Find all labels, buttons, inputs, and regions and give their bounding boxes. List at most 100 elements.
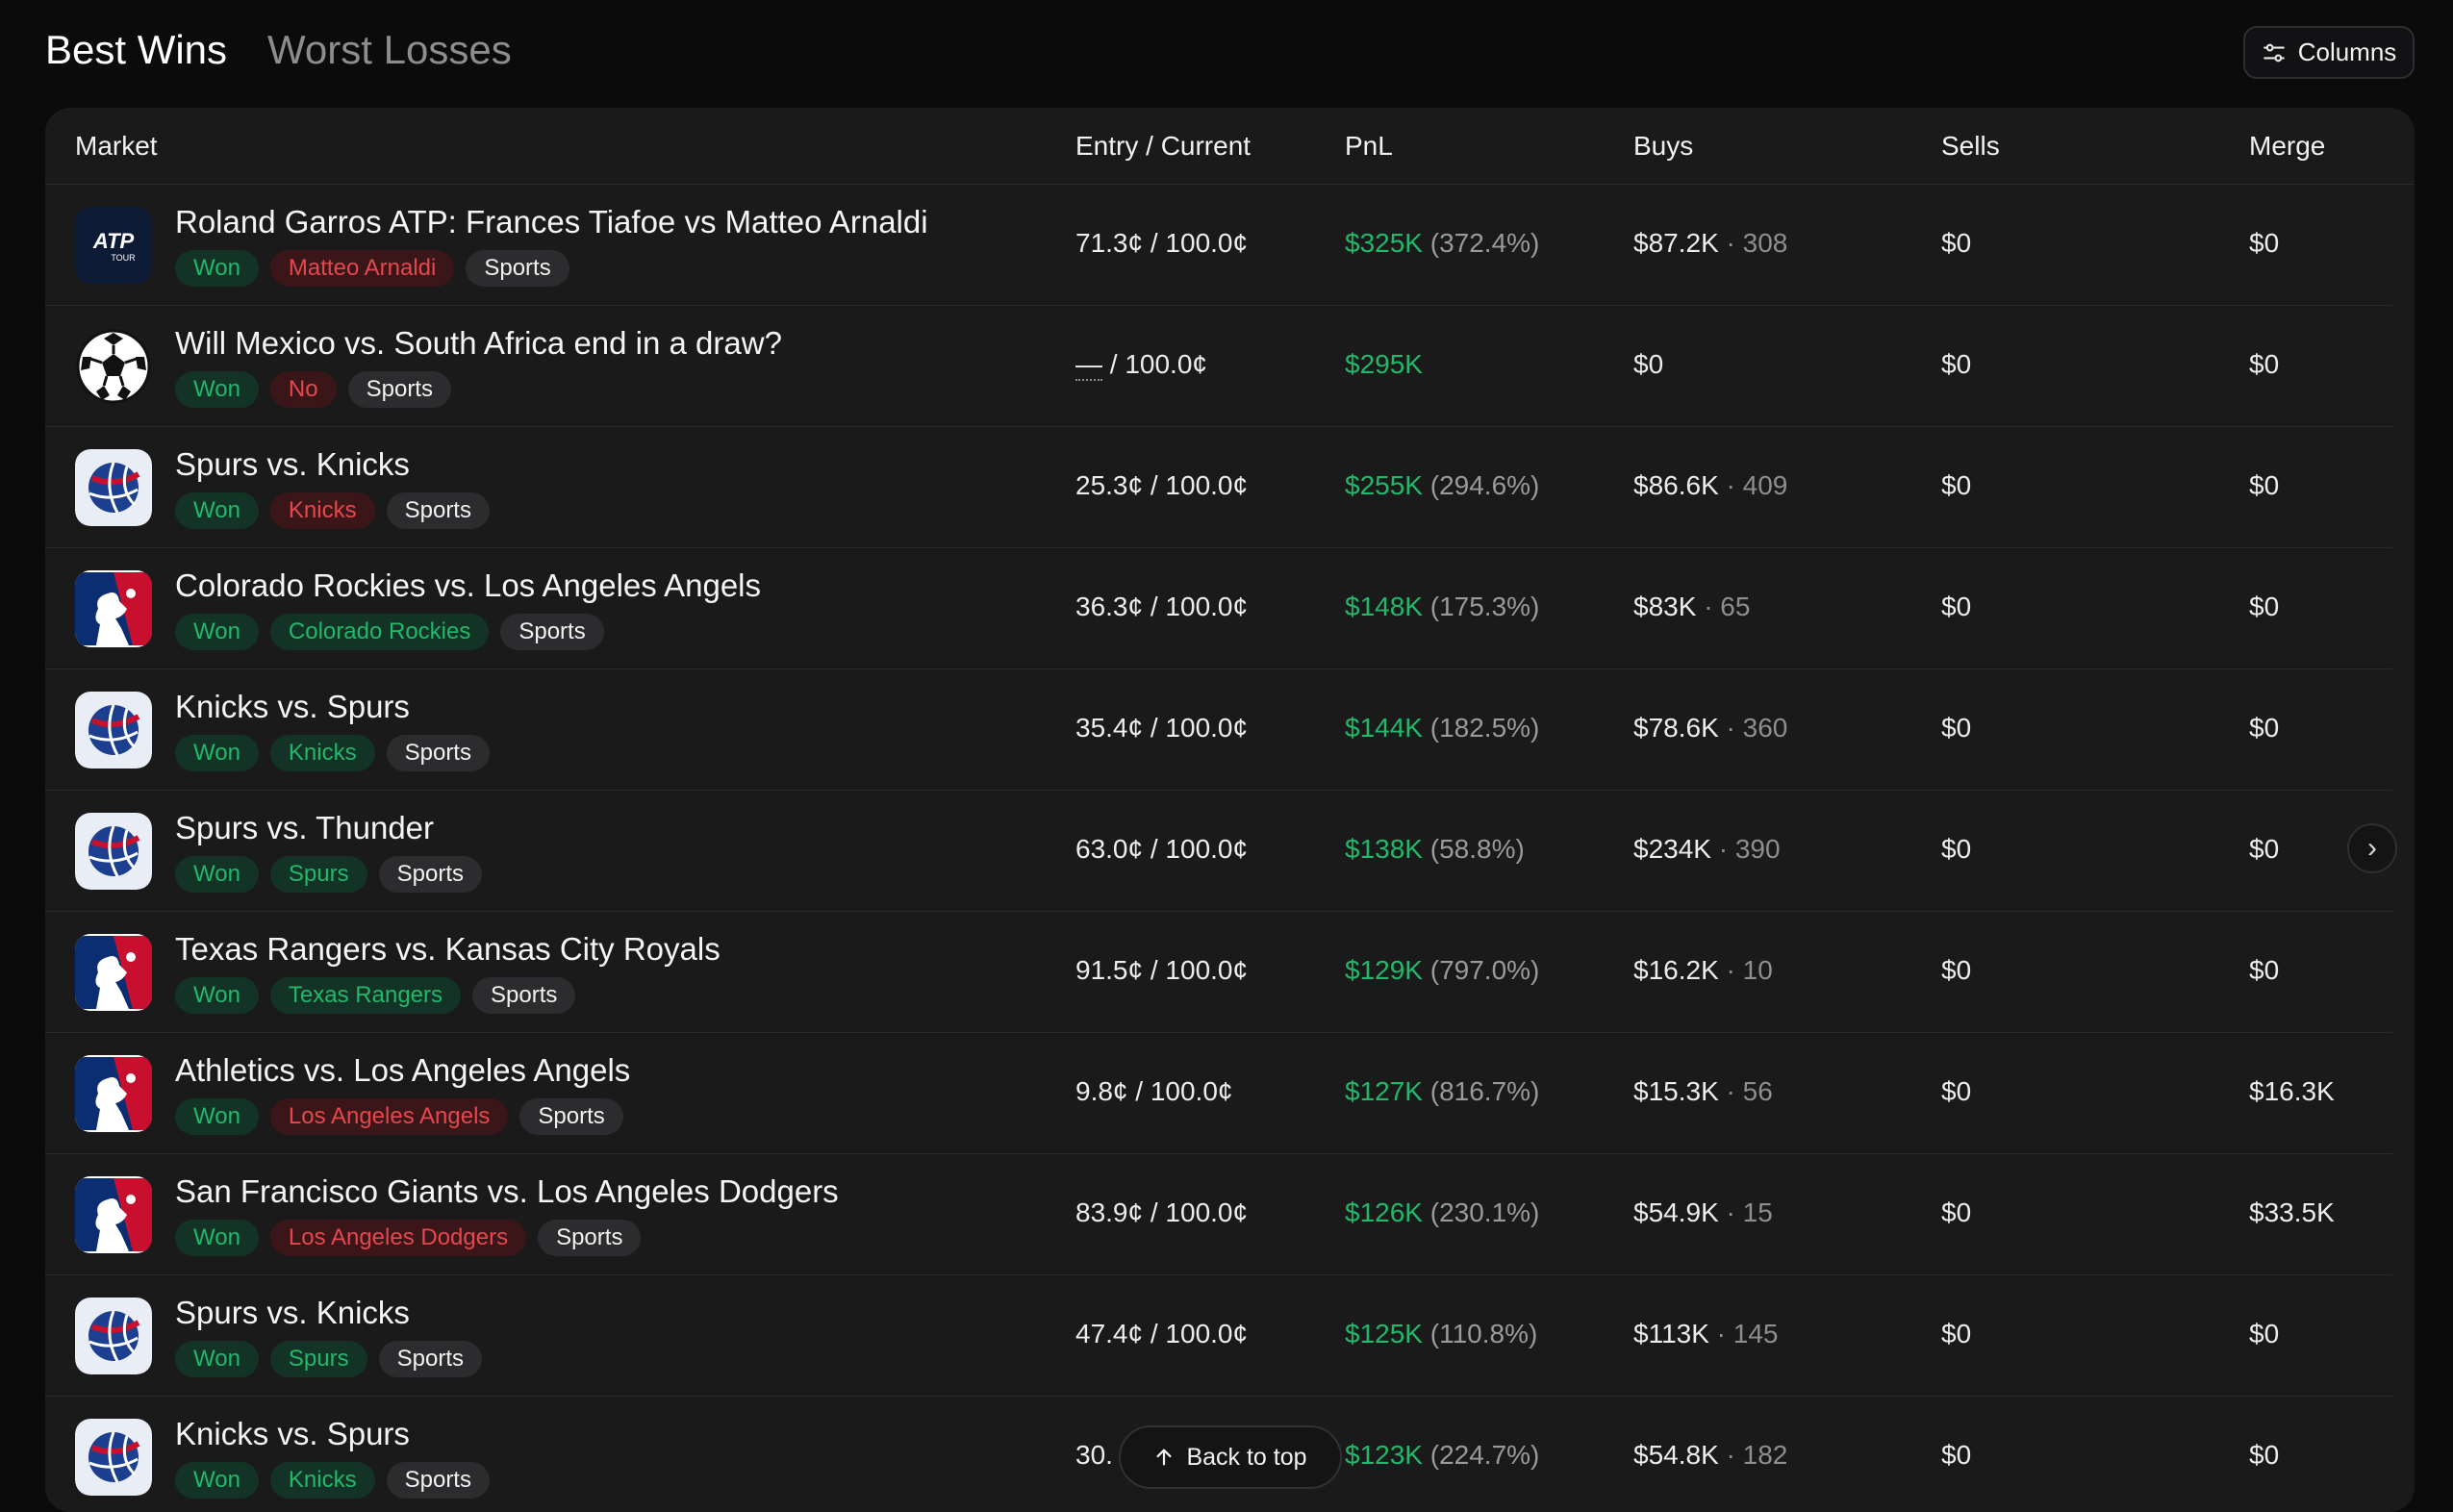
category-badge[interactable]: Sports <box>378 856 482 893</box>
nba-ball-logo-icon <box>75 449 152 526</box>
current-price: 100.0¢ <box>1165 228 1249 258</box>
market-title[interactable]: Texas Rangers vs. Kansas City Royals <box>175 931 721 968</box>
table-header: Market Entry / Current PnL Buys Sells Me… <box>45 108 2415 185</box>
current-price: 100.0¢ <box>1165 1197 1249 1227</box>
pnl-cell: $148K (175.3%) <box>1345 592 1539 622</box>
pnl-percent: (816.7%) <box>1429 1076 1540 1106</box>
buys-value: $16.2K <box>1633 955 1719 985</box>
outcome-badge: Colorado Rockies <box>269 614 490 650</box>
category-badge[interactable]: Sports <box>472 977 576 1014</box>
mlb-logo-icon <box>75 1055 152 1132</box>
sells-cell: $0 <box>1941 1197 1972 1227</box>
outcome-badge: Los Angeles Dodgers <box>269 1220 527 1256</box>
header-sells[interactable]: Sells <box>1941 131 2000 162</box>
svg-text:TOUR: TOUR <box>111 253 136 263</box>
category-badge[interactable]: Sports <box>386 492 490 529</box>
table-row[interactable]: San Francisco Giants vs. Los Angeles Dod… <box>45 1154 2392 1275</box>
pnl-value: $129K <box>1345 955 1423 985</box>
buys-count: · 308 <box>1726 228 1788 258</box>
buys-count: · 145 <box>1716 1319 1779 1348</box>
market-title[interactable]: Spurs vs. Knicks <box>175 446 410 483</box>
category-badge[interactable]: Sports <box>466 250 569 287</box>
pnl-cell: $144K (182.5%) <box>1345 713 1539 743</box>
columns-button[interactable]: Columns <box>2243 26 2415 79</box>
category-badge[interactable]: Sports <box>500 614 604 650</box>
table-row[interactable]: Spurs vs. Thunder Won Spurs Sports 63.0¢ / 1… <box>45 791 2392 912</box>
category-badge[interactable]: Sports <box>519 1098 623 1135</box>
merge-cell: $0 <box>2249 1440 2280 1470</box>
header-entry-current[interactable]: Entry / Current <box>1075 131 1251 162</box>
mlb-logo-icon <box>75 934 152 1011</box>
entry-current-cell: 36.3¢ / 100.0¢ <box>1075 592 1249 621</box>
buys-count: · 65 <box>1704 592 1751 621</box>
tab-best-wins[interactable]: Best Wins <box>45 27 227 73</box>
sells-cell: $0 <box>1941 713 1972 743</box>
table-row[interactable]: Knicks vs. Spurs Won Knicks Sports 35.4¢ / 1… <box>45 669 2392 791</box>
table-row[interactable]: Spurs vs. Knicks Won Knicks Sports 25.3¢ / 1… <box>45 427 2392 548</box>
header-buys[interactable]: Buys <box>1633 131 1693 162</box>
entry-price: 30. <box>1075 1440 1113 1470</box>
buys-value: $0 <box>1633 349 1664 379</box>
table-row[interactable]: Colorado Rockies vs. Los Angeles Angels W… <box>45 548 2392 669</box>
buys-count: · 409 <box>1726 470 1788 500</box>
category-badge[interactable]: Sports <box>378 1341 482 1377</box>
market-title[interactable]: Spurs vs. Thunder <box>175 810 434 846</box>
table-row[interactable]: Athletics vs. Los Angeles Angels Won Los A… <box>45 1033 2392 1154</box>
current-price: 100.0¢ <box>1165 1319 1249 1348</box>
buys-value: $83K <box>1633 592 1697 621</box>
category-badge[interactable]: Sports <box>347 371 451 408</box>
market-title[interactable]: Athletics vs. Los Angeles Angels <box>175 1052 630 1089</box>
pnl-percent: (182.5%) <box>1429 713 1540 743</box>
buys-value: $78.6K <box>1633 713 1719 743</box>
category-badge[interactable]: Sports <box>386 735 490 771</box>
entry-current-cell: 47.4¢ / 100.0¢ <box>1075 1319 1249 1348</box>
market-tags: Won Colorado Rockies Sports <box>175 614 604 650</box>
market-title[interactable]: Spurs vs. Knicks <box>175 1295 410 1331</box>
current-price: 100.0¢ <box>1125 349 1207 379</box>
table-row[interactable]: ATP TOUR Roland Garros ATP: Frances Tiafoe… <box>45 185 2392 306</box>
sells-cell: $0 <box>1941 228 1972 258</box>
pnl-value: $255K <box>1345 470 1423 500</box>
buys-count: · 56 <box>1726 1076 1773 1106</box>
entry-price: 71.3¢ <box>1075 228 1144 258</box>
category-badge[interactable]: Sports <box>386 1462 490 1499</box>
merge-cell: $0 <box>2249 1319 2280 1348</box>
table-body: ATP TOUR Roland Garros ATP: Frances Tiafoe… <box>45 185 2415 1512</box>
pnl-value: $325K <box>1345 228 1423 258</box>
table-row[interactable]: Texas Rangers vs. Kansas City Royals Won T… <box>45 912 2392 1033</box>
status-badge: Won <box>175 1220 259 1256</box>
market-title[interactable]: San Francisco Giants vs. Los Angeles Dod… <box>175 1173 839 1210</box>
mlb-logo-icon <box>75 570 152 647</box>
buys-value: $86.6K <box>1633 470 1719 500</box>
status-badge: Won <box>175 492 259 529</box>
table-row[interactable]: Will Mexico vs. South Africa end in a dr… <box>45 306 2392 427</box>
buys-value: $15.3K <box>1633 1076 1719 1106</box>
entry-price: 9.8¢ <box>1075 1076 1128 1106</box>
sells-cell: $0 <box>1941 349 1972 379</box>
header-pnl[interactable]: PnL <box>1345 131 1393 162</box>
mlb-logo-icon <box>75 1176 152 1253</box>
buys-value: $87.2K <box>1633 228 1719 258</box>
buys-cell: $234K · 390 <box>1633 834 1781 865</box>
nba-ball-logo-icon <box>75 1419 152 1496</box>
buys-count: · 182 <box>1726 1440 1788 1470</box>
market-title[interactable]: Roland Garros ATP: Frances Tiafoe vs Mat… <box>175 204 928 240</box>
pnl-value: $295K <box>1345 349 1423 379</box>
market-tags: Won Knicks Sports <box>175 492 490 529</box>
header-merge[interactable]: Merge <box>2249 131 2325 162</box>
market-title[interactable]: Knicks vs. Spurs <box>175 1416 410 1452</box>
back-to-top-button[interactable]: Back to top <box>1119 1425 1342 1489</box>
pnl-value: $138K <box>1345 834 1423 864</box>
category-badge[interactable]: Sports <box>538 1220 642 1256</box>
market-title[interactable]: Colorado Rockies vs. Los Angeles Angels <box>175 567 761 604</box>
sells-cell: $0 <box>1941 1076 1972 1106</box>
scroll-right-button[interactable]: › <box>2347 823 2397 873</box>
header-market[interactable]: Market <box>75 131 158 162</box>
table-row[interactable]: Spurs vs. Knicks Won Spurs Sports 47.4¢ / 10… <box>45 1275 2392 1397</box>
tab-worst-losses[interactable]: Worst Losses <box>267 27 512 73</box>
market-title[interactable]: Knicks vs. Spurs <box>175 689 410 725</box>
pnl-cell: $255K (294.6%) <box>1345 470 1539 501</box>
market-title[interactable]: Will Mexico vs. South Africa end in a dr… <box>175 325 782 362</box>
buys-cell: $15.3K · 56 <box>1633 1076 1773 1107</box>
merge-cell: $0 <box>2249 470 2280 500</box>
